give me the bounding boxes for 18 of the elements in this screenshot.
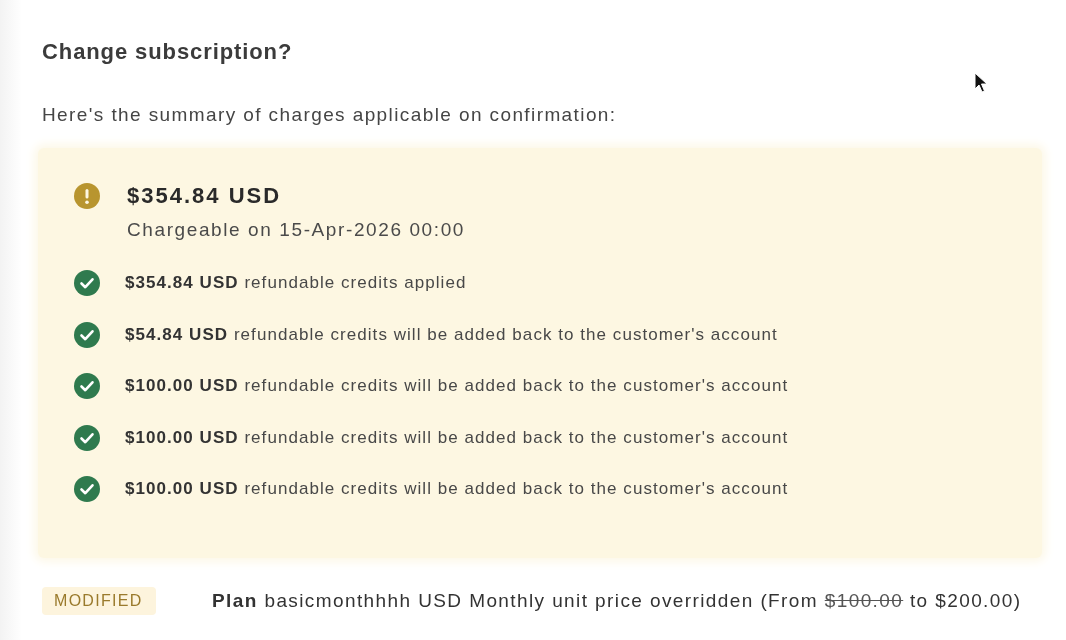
credit-line-text: $354.84 USD refundable credits applied [125,272,467,294]
status-badge: MODIFIED [42,587,156,615]
credit-line-text: $100.00 USD refundable credits will be added back to the customer's account [125,426,789,449]
credit-line-text: $54.84 USD refundable credits will be added back to the customer's account [125,323,778,346]
check-icon [74,270,100,296]
check-icon [74,476,100,502]
check-icon [74,373,100,399]
dialog-title: Change subscription? [42,38,294,66]
check-icon [74,321,100,348]
charge-amount: $354.84 USD [127,183,283,209]
credit-line-text: $100.00 USD refundable credits will be added back to the customer's account [125,478,789,500]
charge-date-text: Chargeable on 15-Apr-2026 00:00 [127,218,465,242]
change-description: Plan basicmonthhhh USD Monthly unit price overridden (From $100.00 to $200.00) [212,589,1022,613]
warning-icon [74,183,100,209]
intro-text: Here's the summary of charges applicable on confirmation: [42,103,618,127]
check-icon [74,424,100,451]
cursor-icon [974,72,988,94]
credit-line-text: $100.00 USD refundable credits will be added back to the customer's account [125,375,789,397]
